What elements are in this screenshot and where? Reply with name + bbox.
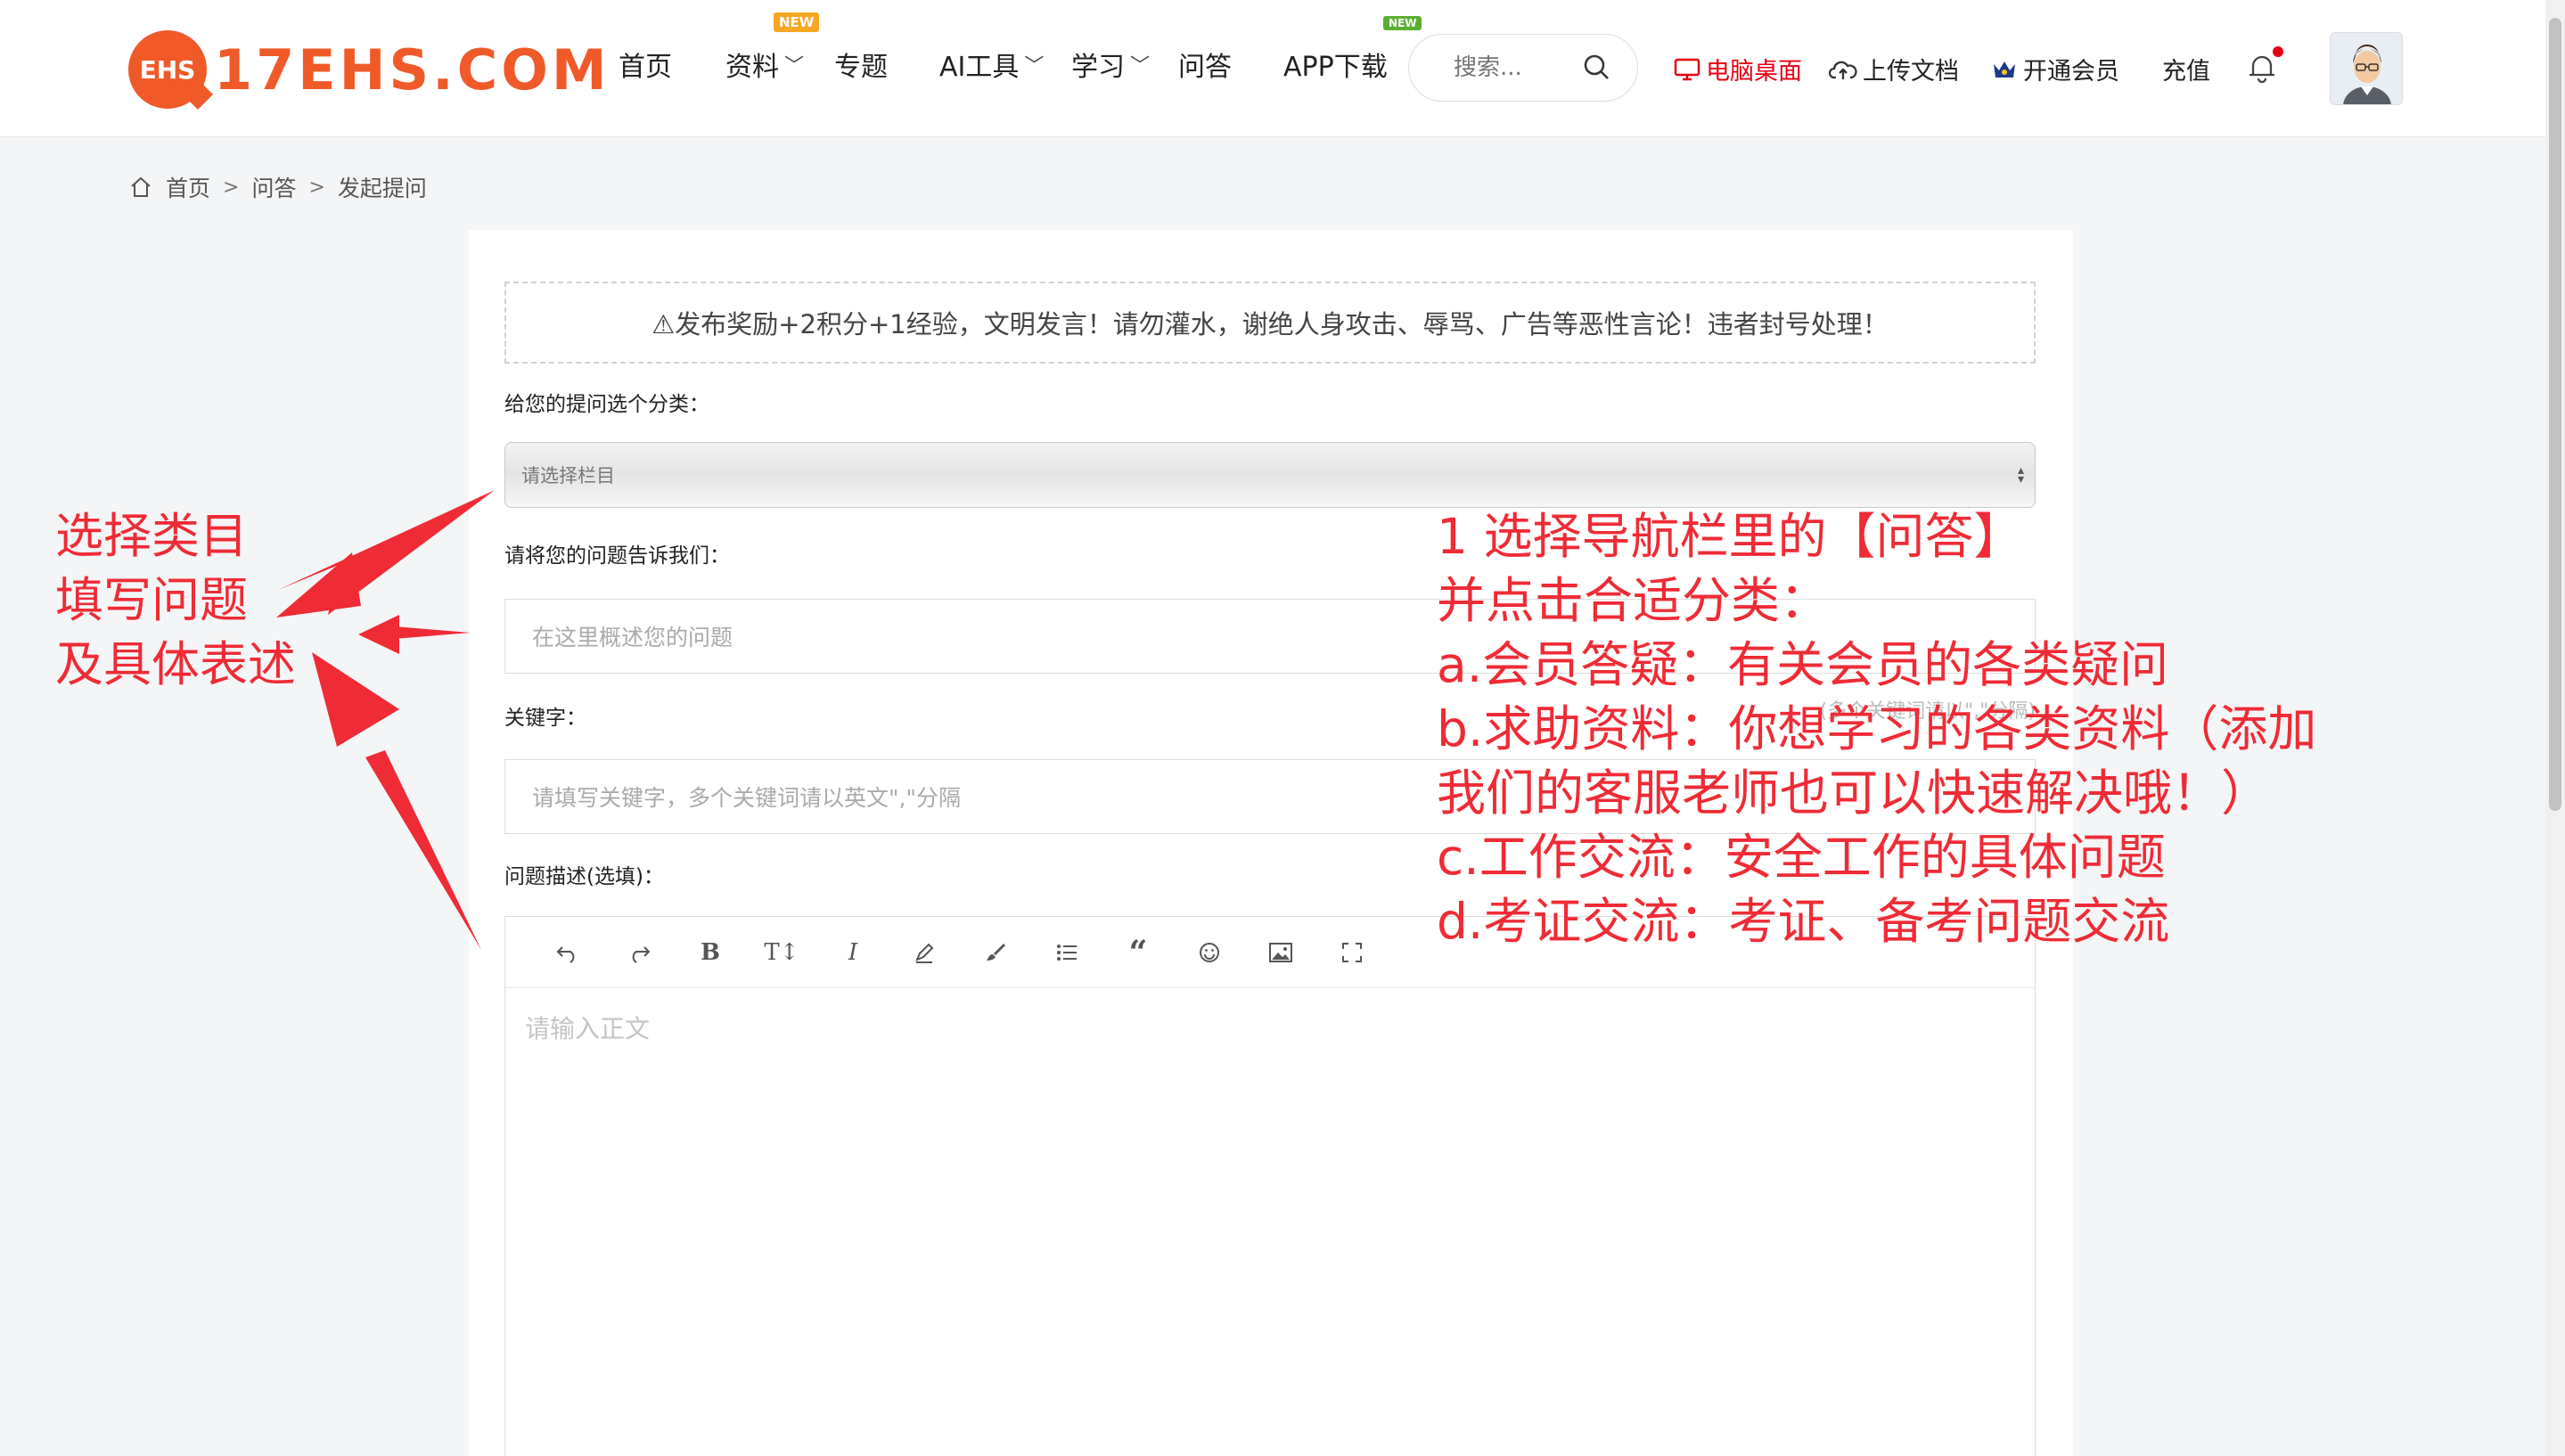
nav-materials[interactable]: 资料 ﹀ bbox=[725, 45, 804, 84]
crown-icon bbox=[1994, 61, 2015, 78]
arrow-to-category bbox=[278, 490, 495, 615]
nav-app-download-label: APP下载 bbox=[1283, 52, 1388, 83]
category-select-value: 请选择栏目 bbox=[521, 465, 615, 487]
redo-icon[interactable] bbox=[603, 931, 675, 974]
right-annotation-line: 我们的客服老师也可以快速解决哦！） bbox=[1437, 765, 2271, 822]
nav-app-download[interactable]: APP下载 bbox=[1283, 45, 1388, 84]
vip-link[interactable]: 开通会员 bbox=[1991, 52, 2119, 86]
category-select[interactable]: 请选择栏目 ▴ ▾ bbox=[504, 442, 2036, 508]
left-annotation-line: 及具体表述 bbox=[55, 636, 296, 692]
nav-ai-tools-label: AI工具 bbox=[939, 52, 1020, 83]
breadcrumb-current: 发起提问 bbox=[337, 176, 427, 201]
chevron-right-icon: > bbox=[308, 176, 325, 199]
emoji-icon[interactable] bbox=[1174, 931, 1245, 974]
home-icon[interactable] bbox=[128, 175, 153, 200]
fullscreen-icon[interactable] bbox=[1316, 931, 1388, 974]
left-annotation-line: 选择类目 bbox=[55, 508, 248, 564]
breadcrumb-qa[interactable]: 问答 bbox=[251, 171, 296, 203]
keywords-input-placeholder: 请填写关键字，多个关键词请以英文","分隔 bbox=[532, 785, 961, 811]
site-header: EHS 17EHS.COM 首页 资料 ﹀ NEW 专题 AI工具 ﹀ 学习 ﹀… bbox=[0, 0, 2565, 137]
image-icon[interactable] bbox=[1245, 931, 1316, 974]
logo-badge: EHS bbox=[128, 30, 207, 109]
right-annotation-line: 1 选择导航栏里的【问答】 bbox=[1437, 508, 2023, 565]
desktop-link-label: 电脑桌面 bbox=[1706, 58, 1802, 86]
select-arrows-icon: ▴ ▾ bbox=[2017, 463, 2024, 487]
upload-link-label: 上传文档 bbox=[1863, 58, 1959, 86]
question-input-placeholder: 在这里概述您的问题 bbox=[532, 625, 733, 650]
search-box[interactable] bbox=[1408, 34, 1638, 102]
quote-icon[interactable]: “ bbox=[1102, 931, 1174, 974]
monitor-icon bbox=[1674, 58, 1700, 80]
chevron-down-icon: ﹀ bbox=[1024, 55, 1045, 78]
desktop-link[interactable]: 电脑桌面 bbox=[1674, 52, 1802, 86]
vip-link-label: 开通会员 bbox=[2023, 58, 2119, 86]
left-annotation: 选择类目 填写问题 及具体表述 bbox=[55, 504, 296, 697]
right-annotation-line: d.考证交流：考证、备考问题交流 bbox=[1437, 893, 2170, 950]
search-input[interactable] bbox=[1454, 54, 1578, 81]
arrow-to-description-head bbox=[312, 652, 399, 747]
new-badge: NEW bbox=[1383, 16, 1422, 30]
nav-topics-label: 专题 bbox=[834, 52, 888, 83]
description-label: 问题描述(选填)： bbox=[504, 865, 664, 888]
nav-learning-label: 学习 bbox=[1071, 52, 1125, 83]
undo-icon[interactable] bbox=[532, 931, 603, 974]
nav-qa[interactable]: 问答 bbox=[1178, 45, 1232, 84]
text-size-icon[interactable]: T↕ bbox=[746, 931, 817, 974]
search-icon[interactable] bbox=[1582, 53, 1610, 81]
recharge-link[interactable]: 充值 bbox=[2162, 52, 2210, 86]
category-label: 给您的提问选个分类： bbox=[504, 393, 709, 416]
cloud-upload-icon bbox=[1829, 61, 1857, 79]
right-annotation-line: b.求助资料：你想学习的各类资料（添加 bbox=[1437, 700, 2317, 757]
chevron-down-icon: ﹀ bbox=[1130, 55, 1151, 78]
keywords-label: 关键字： bbox=[504, 707, 586, 730]
right-annotation-line: c.工作交流：安全工作的具体问题 bbox=[1437, 829, 2166, 886]
right-annotation-line: 并点击合适分类： bbox=[1437, 572, 1830, 629]
rich-text-editor: B T↕ I “ 请输入正文 bbox=[504, 916, 2036, 1456]
posting-notice: ⚠发布奖励+2积分+1经验，文明发言！请勿灌水，谢绝人身攻击、辱骂、广告等恶性言… bbox=[504, 282, 2036, 364]
chevron-right-icon: > bbox=[223, 176, 240, 199]
breadcrumb: 首页 > 问答 > 发起提问 bbox=[128, 171, 427, 203]
nav-qa-label: 问答 bbox=[1178, 52, 1232, 83]
page-scrollbar[interactable] bbox=[2545, 0, 2565, 1456]
italic-icon[interactable]: I bbox=[817, 931, 889, 974]
editor-body[interactable]: 请输入正文 bbox=[505, 988, 2035, 1067]
recharge-link-label: 充值 bbox=[2162, 58, 2210, 86]
notification-dot bbox=[2273, 46, 2283, 57]
nav-topics[interactable]: 专题 bbox=[834, 45, 888, 84]
right-annotation: 1 选择导航栏里的【问答】 并点击合适分类： a.会员答疑：有关会员的各类疑问 … bbox=[1437, 504, 2316, 953]
bold-icon[interactable]: B bbox=[675, 931, 746, 974]
nav-learning[interactable]: 学习 ﹀ bbox=[1071, 45, 1150, 84]
arrow-to-description bbox=[365, 750, 481, 950]
upload-link[interactable]: 上传文档 bbox=[1829, 52, 1959, 86]
left-annotation-line: 填写问题 bbox=[55, 572, 248, 628]
question-label: 请将您的问题告诉我们： bbox=[504, 544, 730, 568]
avatar[interactable] bbox=[2330, 32, 2403, 105]
logo-text: 17EHS.COM bbox=[214, 37, 611, 102]
highlighter-icon[interactable] bbox=[889, 931, 960, 974]
nav-materials-label: 资料 bbox=[725, 52, 779, 83]
user-avatar-icon bbox=[2331, 33, 2402, 104]
scrollbar-thumb[interactable] bbox=[2549, 18, 2561, 811]
new-badge: NEW bbox=[774, 12, 820, 32]
arrow-to-question-head bbox=[358, 615, 399, 654]
editor-placeholder: 请输入正文 bbox=[525, 1014, 651, 1043]
nav-ai-tools[interactable]: AI工具 ﹀ bbox=[939, 45, 1044, 84]
right-annotation-line: a.会员答疑：有关会员的各类疑问 bbox=[1437, 636, 2169, 693]
nav-home-label: 首页 bbox=[619, 52, 672, 83]
list-icon[interactable] bbox=[1031, 931, 1102, 974]
brush-icon[interactable] bbox=[960, 931, 1031, 974]
nav-home[interactable]: 首页 bbox=[619, 45, 672, 84]
arrow-to-question bbox=[383, 626, 471, 640]
breadcrumb-home[interactable]: 首页 bbox=[166, 171, 210, 203]
chevron-down-icon: ﹀ bbox=[784, 55, 805, 78]
site-logo[interactable]: EHS 17EHS.COM bbox=[128, 30, 611, 109]
